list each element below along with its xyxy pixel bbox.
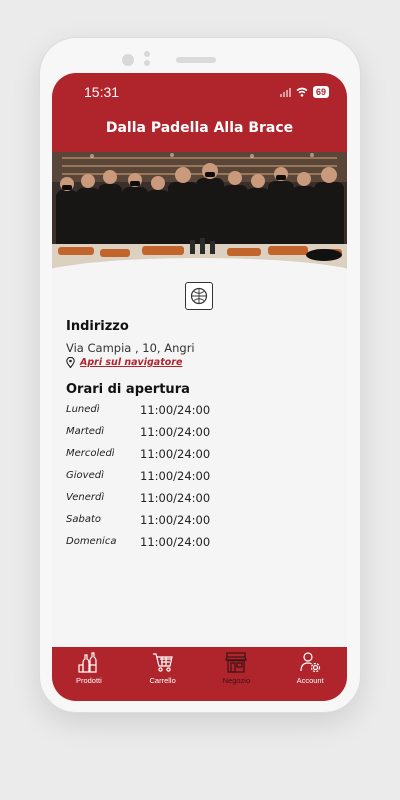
battery-indicator: 69 <box>312 86 329 98</box>
hours-row: Lunedì 11:00/24:00 <box>66 402 326 424</box>
status-icons: 69 <box>279 86 329 98</box>
signal-icon <box>279 87 291 97</box>
address-text: Via Campia , 10, Angri <box>66 341 195 355</box>
tab-label: Account <box>296 676 324 685</box>
wifi-icon <box>296 87 308 97</box>
hours-day: Martedì <box>66 426 105 437</box>
hours-row: Venerdì 11:00/24:00 <box>66 490 326 512</box>
bottom-tab-bar: Prodotti Carrello Negozio Account <box>52 647 347 701</box>
tab-carrello[interactable]: Carrello <box>126 647 200 701</box>
page-title: Dalla Padella Alla Brace <box>105 120 294 136</box>
hours-row: Mercoledì 11:00/24:00 <box>66 446 326 468</box>
tab-prodotti[interactable]: Prodotti <box>52 647 126 701</box>
open-navigator-link[interactable]: Apri sul navigatore <box>80 357 182 368</box>
opening-hours-list: Lunedì 11:00/24:00 Martedì 11:00/24:00 M… <box>66 402 326 556</box>
hours-day: Lunedì <box>66 404 100 415</box>
hours-row: Domenica 11:00/24:00 <box>66 534 326 556</box>
hours-time: 11:00/24:00 <box>140 513 211 527</box>
app-screen: 15:31 69 Dalla Padella Alla Brace Indiri… <box>52 73 347 701</box>
hours-time: 11:00/24:00 <box>140 491 211 505</box>
hours-time: 11:00/24:00 <box>140 447 211 461</box>
store-logo-icon[interactable] <box>185 282 213 310</box>
user-gear-icon <box>300 652 321 673</box>
sensor-dot <box>144 51 150 57</box>
phone-top-bezel <box>40 38 360 74</box>
hours-row: Sabato 11:00/24:00 <box>66 512 326 534</box>
tab-label: Negozio <box>222 676 251 685</box>
status-time: 15:31 <box>84 84 120 100</box>
app-header: 15:31 69 Dalla Padella Alla Brace <box>52 73 347 153</box>
navigator-row[interactable]: Apri sul navigatore <box>66 357 182 368</box>
location-pin-icon <box>66 357 75 368</box>
hours-day: Venerdì <box>66 492 105 503</box>
hours-time: 11:00/24:00 <box>140 535 211 549</box>
store-team-photo <box>52 152 347 272</box>
tab-label: Prodotti <box>75 676 102 685</box>
store-icon <box>225 652 248 673</box>
hours-day: Giovedì <box>66 470 104 481</box>
cart-icon <box>152 653 173 672</box>
sensor-dot <box>144 60 150 66</box>
front-camera <box>122 54 134 66</box>
address-heading: Indirizzo <box>66 319 129 334</box>
team-photo-image <box>52 152 347 272</box>
hours-row: Giovedì 11:00/24:00 <box>66 468 326 490</box>
hours-row: Martedì 11:00/24:00 <box>66 424 326 446</box>
bottles-icon <box>78 652 97 673</box>
hours-day: Sabato <box>66 514 101 525</box>
earpiece-speaker <box>176 57 216 63</box>
hours-day: Mercoledì <box>66 448 115 459</box>
hours-time: 11:00/24:00 <box>140 469 211 483</box>
tab-account[interactable]: Account <box>273 647 347 701</box>
tab-label: Carrello <box>149 676 176 685</box>
hours-time: 11:00/24:00 <box>140 403 211 417</box>
hours-day: Domenica <box>66 536 117 547</box>
hours-time: 11:00/24:00 <box>140 425 211 439</box>
opening-hours-heading: Orari di apertura <box>66 382 190 397</box>
tab-negozio[interactable]: Negozio <box>200 647 274 701</box>
